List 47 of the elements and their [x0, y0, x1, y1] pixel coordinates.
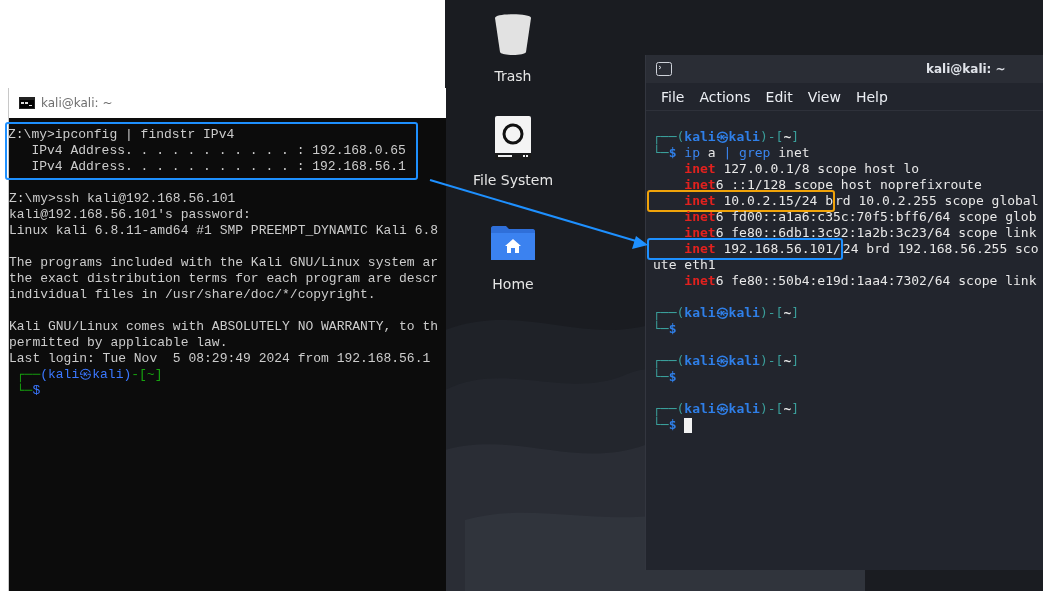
desktop-item[interactable]: File System — [465, 114, 561, 208]
terminal-text: inet6 fe80::50b4:e19d:1aa4:7302/64 scope link — [683, 273, 1037, 289]
terminal-text: inet 127.0.0.1/8 scope host lo — [683, 161, 920, 177]
desktop-item[interactable]: Trash — [465, 10, 561, 104]
window-title: kali@kali: ~ — [41, 96, 113, 110]
terminal-text: ┌──(kali㉿kali)-[~] — [15, 367, 163, 383]
terminal-text: ┌──(kali㉿kali)-[~] — [653, 129, 800, 145]
menu-item[interactable]: File — [661, 88, 685, 105]
terminal-text: ┌──(kali㉿kali)-[~] — [653, 353, 800, 369]
home-folder-icon — [491, 226, 535, 260]
terminal-text: Kali GNU/Linux comes with ABSOLUTELY NO WARRANTY, to th — [9, 319, 439, 335]
console-icon — [19, 97, 35, 109]
terminal-text: individual files in /usr/share/doc/*/copyright. — [9, 287, 376, 303]
terminal-text: └─$ — [653, 417, 677, 433]
menu-item[interactable]: Actions — [699, 88, 751, 105]
menu-item[interactable]: Help — [855, 88, 888, 105]
terminal-text: ┌──(kali㉿kali)-[~] — [653, 401, 800, 417]
terminal-text: inet6 ::1/128 scope host noprefixroute — [683, 177, 982, 193]
menu-item[interactable]: Edit — [765, 88, 793, 105]
hard-drive-icon — [495, 116, 531, 160]
terminal-text: Z:\my>ssh kali@192.168.56.101 — [9, 191, 236, 207]
highlight-box: inet 10.0.2.15/24 b — [647, 190, 836, 212]
window-title: kali@kali: ~ — [926, 62, 1006, 76]
terminal-text: inet6 fe80::6db1:3c92:1a2b:3c23/64 scope link — [683, 225, 1037, 241]
terminal-text: Last login: Tue Nov 5 08:29:49 2024 from 192.168.56.1 — [9, 351, 431, 367]
menu-item[interactable]: View — [807, 88, 841, 105]
terminal-text: └─$ ip a | grep inet — [653, 145, 810, 161]
trash-icon — [493, 12, 533, 56]
terminal-text: permitted by applicable law. — [9, 335, 228, 351]
terminal-text: Z:\my>ipconfig | findstr IPv4 — [8, 127, 235, 143]
terminal-text: └─$ — [15, 383, 41, 399]
terminal-text: rd 10.0.2.255 scope global — [835, 193, 1039, 209]
terminal-text: 24 brd 192.168.56.255 sco — [842, 241, 1039, 257]
terminal-text: IPv4 Address. . . . . . . . . . . : 192.168.0.65 — [30, 143, 406, 159]
highlight-box: inet 192.168.56.101/ — [647, 238, 843, 260]
terminal-text: inet6 fd00::a1a6:c35c:70f5:bff6/64 scope glob — [683, 209, 1037, 225]
terminal-text: kali@192.168.56.101's password: — [9, 207, 251, 223]
terminal-text: └─$ — [653, 369, 677, 385]
terminal-text: the exact distribution terms for each program are descr — [9, 271, 439, 287]
terminal-text: ute eth1 — [653, 257, 716, 273]
terminal-text: Linux kali 6.8.11-amd64 #1 SMP PREEMPT_DYNAMIC Kali 6.8 — [9, 223, 439, 239]
terminal-text: ┌──(kali㉿kali)-[~] — [653, 305, 800, 321]
terminal-text: └─$ — [653, 321, 677, 337]
desktop-item[interactable]: Home — [465, 218, 561, 312]
terminal-text: The programs included with the Kali GNU/Linux system ar — [9, 255, 439, 271]
terminal-icon — [656, 62, 672, 76]
terminal-text: IPv4 Address. . . . . . . . . . . : 192.168.56.1 — [30, 159, 406, 175]
